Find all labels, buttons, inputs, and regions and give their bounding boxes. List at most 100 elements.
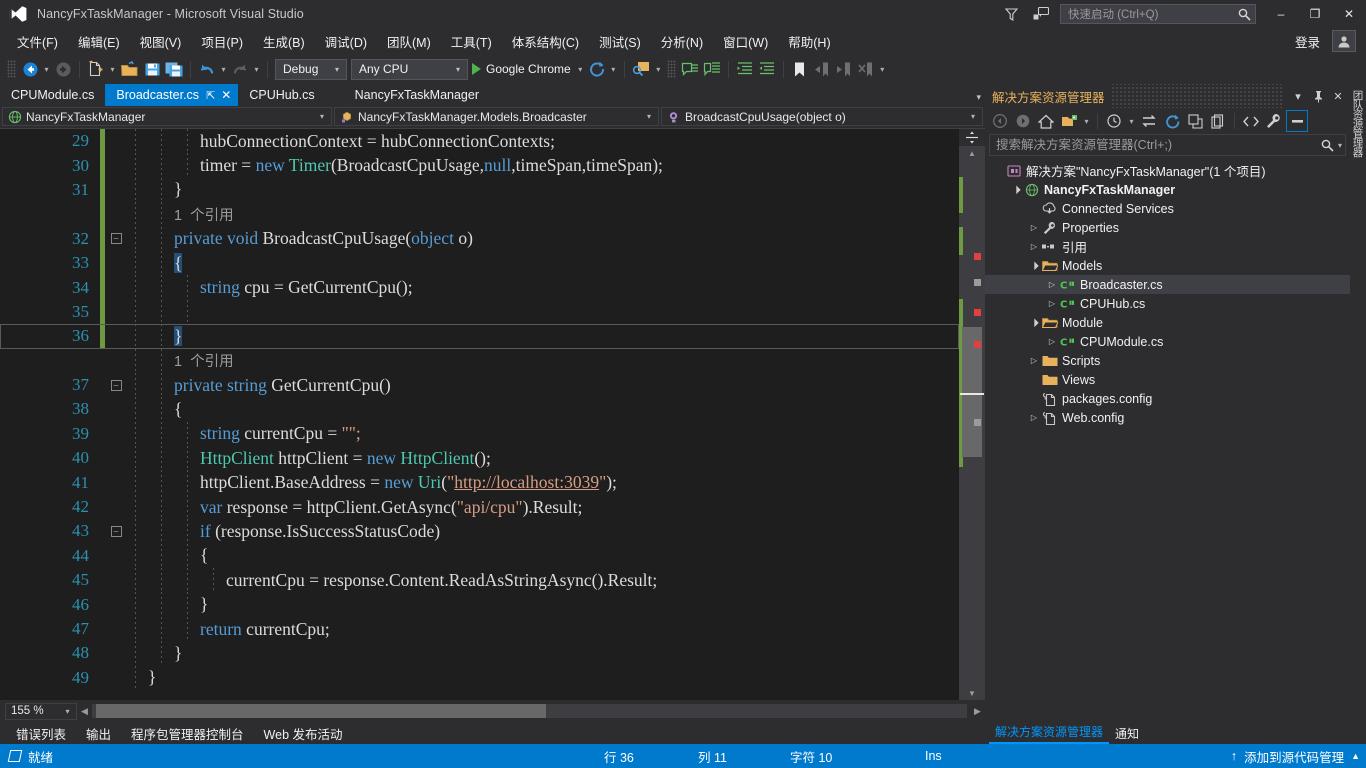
switch-views-dropdown-icon[interactable]: ▾: [1081, 117, 1092, 126]
refresh-icon[interactable]: [1161, 110, 1183, 132]
expander-closed-icon[interactable]: ▷: [1045, 337, 1059, 346]
outdent-icon[interactable]: [756, 57, 778, 81]
collapse-all-icon[interactable]: [1184, 110, 1206, 132]
forward-icon[interactable]: [1012, 110, 1034, 132]
chevron-up-icon[interactable]: ▲: [1351, 751, 1360, 761]
clear-bookmarks-icon[interactable]: [855, 57, 877, 81]
tree-item[interactable]: ▷ 引用: [985, 237, 1350, 256]
tab-package-manager-console[interactable]: 程序包管理器控制台: [121, 722, 254, 745]
redo-icon[interactable]: [229, 57, 251, 81]
toolbar-overflow-icon[interactable]: ▾: [877, 65, 888, 74]
tree-item[interactable]: 解决方案"NancyFxTaskManager"(1 个项目): [985, 161, 1350, 180]
tree-item[interactable]: ▷ Properties: [985, 218, 1350, 237]
pin-icon[interactable]: [1308, 86, 1328, 106]
pin-tab-icon[interactable]: ⇱: [206, 89, 215, 102]
menu-item-project[interactable]: 项目(P): [192, 29, 252, 54]
fold-column[interactable]: –: [105, 233, 127, 245]
properties-window-icon[interactable]: [1286, 110, 1308, 132]
panel-drag-area[interactable]: [1110, 84, 1282, 108]
start-debugging-button[interactable]: Google Chrome: [470, 57, 575, 81]
close-tab-icon[interactable]: ✕: [221, 88, 231, 102]
expander-closed-icon[interactable]: ▷: [1027, 413, 1041, 422]
run-target-dropdown-icon[interactable]: ▾: [575, 65, 586, 74]
vertical-scrollbar[interactable]: ▲ ▼: [959, 129, 985, 700]
tab-cpumodule-cs[interactable]: CPUModule.cs: [0, 84, 105, 106]
sign-in-link[interactable]: 登录: [1287, 30, 1328, 53]
menu-item-test[interactable]: 测试(S): [590, 29, 650, 54]
back-icon[interactable]: [989, 110, 1011, 132]
footer-tab-notifications[interactable]: 通知: [1109, 723, 1145, 744]
scroll-right-arrow-icon[interactable]: ▶: [970, 706, 985, 717]
expander-closed-icon[interactable]: ▷: [1045, 299, 1059, 308]
solution-platform-combo[interactable]: Any CPU ▾: [351, 58, 468, 80]
menu-item-debug[interactable]: 调试(D): [316, 29, 376, 54]
tab-web-publish-activity[interactable]: Web 发布活动: [254, 722, 353, 745]
menu-item-team[interactable]: 团队(M): [378, 29, 440, 54]
show-all-files-icon[interactable]: [1207, 110, 1229, 132]
navigate-back-icon[interactable]: [19, 57, 41, 81]
pending-changes-filter-icon[interactable]: [1103, 110, 1125, 132]
close-icon[interactable]: ✕: [1328, 86, 1348, 106]
tree-item[interactable]: Connected Services: [985, 199, 1350, 218]
solution-tree[interactable]: 解决方案"NancyFxTaskManager"(1 个项目) ◢ NancyFxT…: [985, 159, 1350, 722]
menu-item-window[interactable]: 窗口(W): [714, 29, 777, 54]
expander-open-icon[interactable]: ◢: [1008, 181, 1024, 197]
indent-icon[interactable]: [734, 57, 756, 81]
collapse-region-icon[interactable]: –: [110, 379, 122, 391]
menu-item-tools[interactable]: 工具(T): [442, 29, 501, 54]
search-input[interactable]: [996, 138, 1321, 152]
filter-dropdown-icon[interactable]: ▾: [1126, 117, 1137, 126]
tree-item[interactable]: ▷ C CPUModule.cs: [985, 332, 1350, 351]
codelens-reference-count[interactable]: 1 个引用: [174, 354, 234, 370]
tab-error-list[interactable]: 错误列表: [6, 722, 76, 745]
chevron-down-icon[interactable]: ▾: [1288, 86, 1308, 106]
expander-closed-icon[interactable]: ▷: [1045, 280, 1059, 289]
feedback-funnel-icon[interactable]: [996, 1, 1026, 27]
bookmark-icon[interactable]: [789, 57, 811, 81]
footer-tab-solution-explorer[interactable]: 解决方案资源管理器: [989, 721, 1110, 744]
expander-open-icon[interactable]: ◢: [1026, 314, 1042, 330]
send-feedback-icon[interactable]: [1026, 1, 1056, 27]
menu-item-help[interactable]: 帮助(H): [779, 29, 839, 54]
scroll-down-arrow-icon[interactable]: ▼: [959, 686, 985, 700]
previous-bookmark-icon[interactable]: [811, 57, 833, 81]
tab-broadcaster-cs[interactable]: Broadcaster.cs ⇱ ✕: [105, 84, 239, 106]
solution-explorer-search[interactable]: ▾: [989, 134, 1346, 156]
undo-dropdown-icon[interactable]: ▾: [218, 65, 229, 74]
tree-item[interactable]: packages.config: [985, 389, 1350, 408]
refresh-icon[interactable]: [586, 57, 608, 81]
menu-item-view[interactable]: 视图(V): [131, 29, 191, 54]
expander-open-icon[interactable]: ◢: [1026, 257, 1042, 273]
refresh-dropdown-icon[interactable]: ▾: [608, 65, 619, 74]
tab-nancyfxtaskmanager[interactable]: NancyFxTaskManager: [344, 84, 490, 106]
collapse-region-icon[interactable]: –: [110, 233, 122, 245]
menu-item-edit[interactable]: 编辑(E): [69, 29, 129, 54]
horizontal-scroll-track[interactable]: [92, 704, 967, 718]
navigate-forward-icon[interactable]: [52, 57, 74, 81]
codelens-reference-count[interactable]: 1 个引用: [174, 208, 234, 224]
search-dropdown-icon[interactable]: ▾: [1338, 141, 1342, 150]
account-avatar-icon[interactable]: [1332, 30, 1356, 52]
tab-list-dropdown-icon[interactable]: ▾: [976, 92, 981, 103]
view-code-icon[interactable]: [1240, 110, 1262, 132]
zoom-level-combo[interactable]: 155 % ▾: [5, 702, 77, 720]
fold-column[interactable]: –: [105, 379, 127, 391]
uncomment-selection-icon[interactable]: [701, 57, 723, 81]
horizontal-scroll-thumb[interactable]: [96, 704, 546, 718]
tree-item[interactable]: ▷ Web.config: [985, 408, 1350, 427]
home-icon[interactable]: [1035, 110, 1057, 132]
close-button[interactable]: ✕: [1332, 0, 1366, 28]
tree-item-selected[interactable]: ▷ C Broadcaster.cs: [985, 275, 1350, 294]
vertical-tab-team-explorer[interactable]: 团队资源管理器: [1350, 86, 1366, 161]
new-item-dropdown-icon[interactable]: ▾: [107, 65, 118, 74]
find-dropdown-icon[interactable]: ▾: [653, 65, 664, 74]
expander-closed-icon[interactable]: ▷: [1027, 223, 1041, 232]
switch-views-icon[interactable]: [1058, 110, 1080, 132]
scroll-up-arrow-icon[interactable]: ▲: [959, 146, 985, 160]
toolbar-grip-2[interactable]: [666, 60, 676, 78]
solution-configuration-combo[interactable]: Debug ▾: [275, 58, 347, 80]
maximize-button[interactable]: ❐: [1298, 0, 1332, 28]
tree-item[interactable]: Views: [985, 370, 1350, 389]
menu-item-analyze[interactable]: 分析(N): [652, 29, 712, 54]
split-view-handle[interactable]: [959, 129, 985, 146]
